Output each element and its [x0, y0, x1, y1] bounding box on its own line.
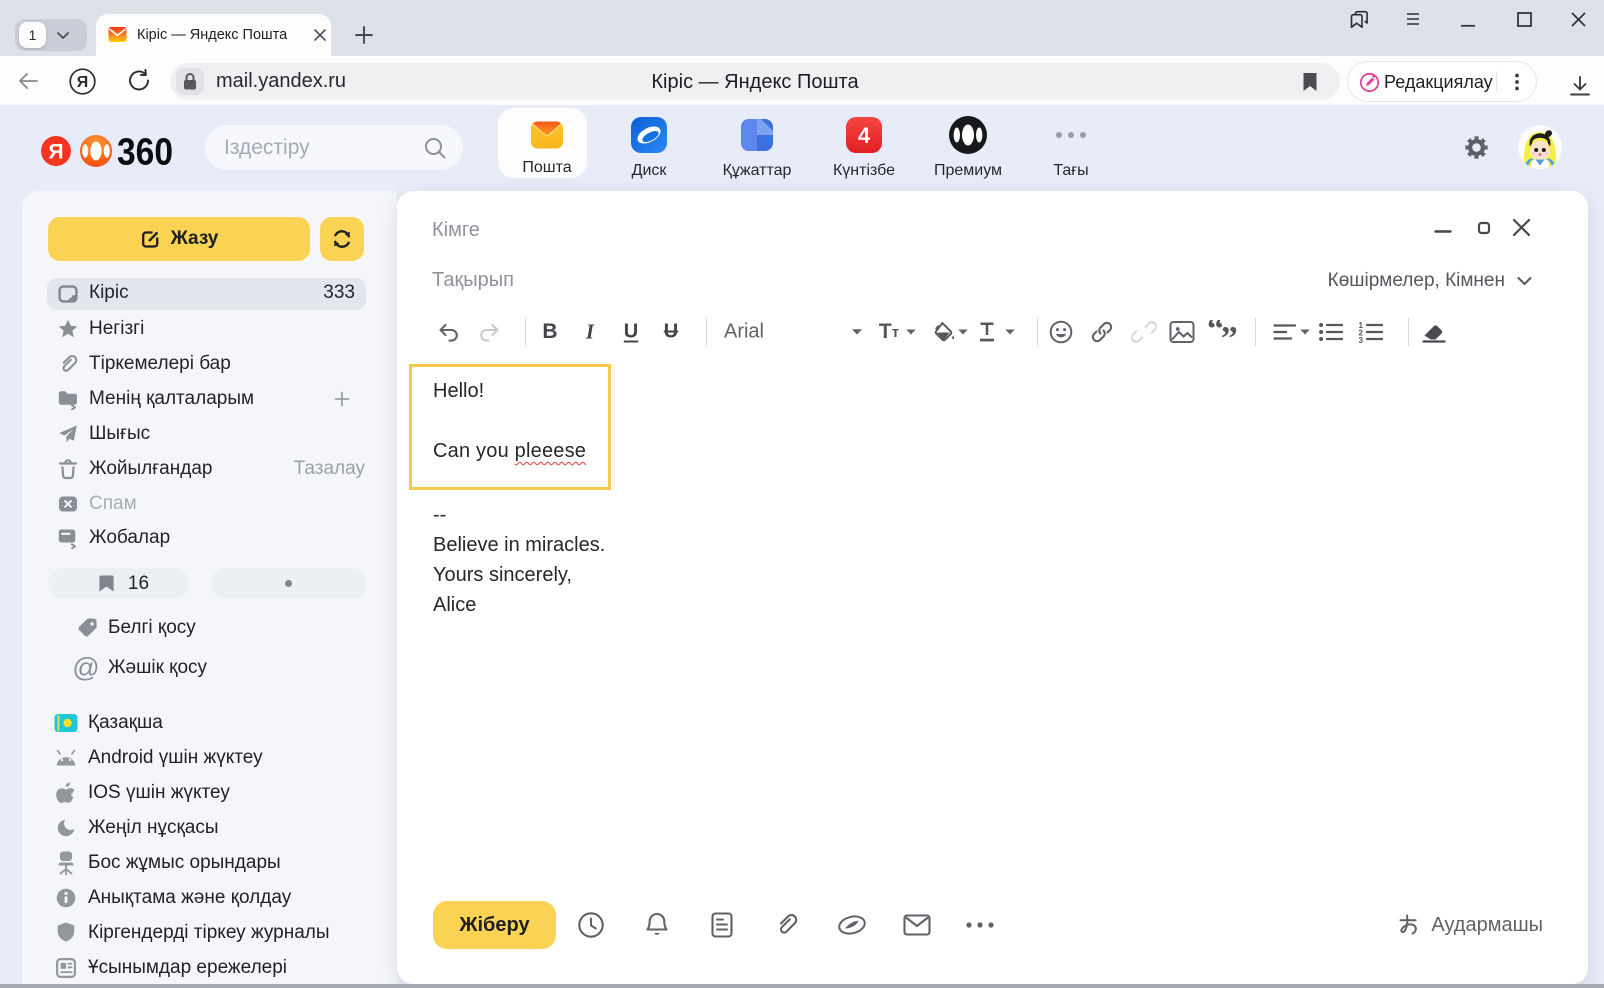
svg-text:360: 360: [117, 132, 173, 172]
svg-text:3: 3: [1359, 336, 1364, 343]
svg-text:„: „: [1221, 320, 1237, 340]
svg-text:Я: Я: [77, 74, 89, 91]
svg-text:Я: Я: [48, 141, 63, 164]
svg-text:4: 4: [858, 123, 871, 148]
